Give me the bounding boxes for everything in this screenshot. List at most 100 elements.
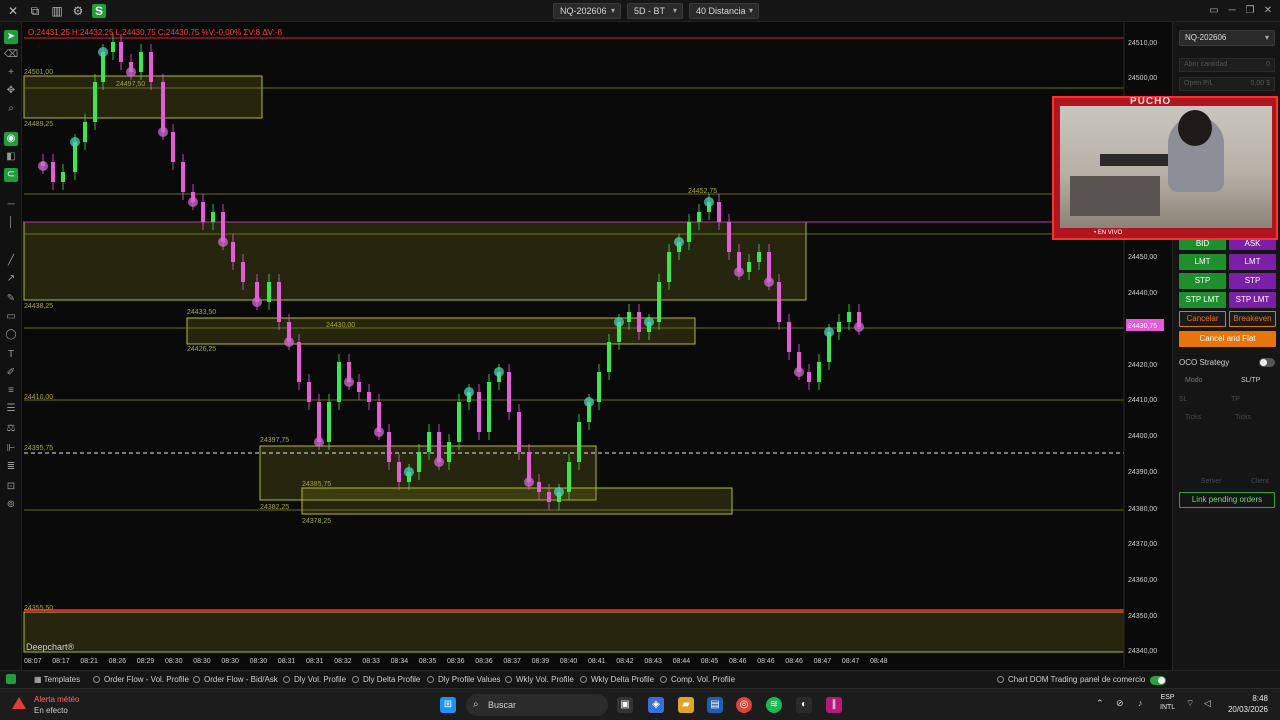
buy-stplmt-button[interactable]: STP LMT: [1179, 292, 1226, 308]
time-axis-label: 08:46: [785, 658, 803, 665]
price-chart[interactable]: 24501,00 24497,50 24489,25 24438,25 24433,50…: [22, 22, 1172, 668]
taskbar-search[interactable]: ⌕ Buscar: [466, 694, 608, 716]
tray-chevron-icon[interactable]: ⌃: [1096, 698, 1104, 709]
sell-stp-button[interactable]: STP: [1229, 273, 1276, 289]
s-badge-icon[interactable]: S: [92, 4, 106, 18]
rectangle-tool-icon[interactable]: ▭: [4, 310, 18, 324]
cancel-button[interactable]: Cancelar: [1179, 311, 1226, 327]
sl-label: SL: [1179, 396, 1188, 403]
volume-bubble: [38, 161, 48, 171]
pan-tool-icon[interactable]: ✥: [4, 84, 18, 98]
volume-bubble: [794, 367, 804, 377]
volume-icon[interactable]: ◁: [1204, 698, 1211, 709]
list-tool-icon[interactable]: ≡: [4, 384, 18, 398]
target-tool-icon[interactable]: ◉: [4, 132, 18, 146]
layout-icon[interactable]: ⧉: [28, 4, 42, 18]
lang-code: ESP: [1160, 694, 1175, 701]
tab-wkly-delta-profile[interactable]: Wkly Delta Profile: [580, 674, 654, 686]
trading-app-icon[interactable]: ∥: [826, 697, 842, 713]
oco-toggle[interactable]: [1259, 358, 1275, 367]
ellipse-tool-icon[interactable]: ◯: [4, 328, 18, 342]
tab-comp-vol-profile[interactable]: Comp. Vol. Profile: [660, 674, 735, 686]
text-tool-icon[interactable]: T: [4, 348, 18, 362]
breakeven-button[interactable]: Breakeven: [1229, 311, 1276, 327]
bars-icon[interactable]: ▥: [50, 4, 64, 18]
candle-body: [817, 362, 821, 382]
clock-date: 20/03/2026: [1227, 705, 1268, 714]
time-axis-label: 08:39: [532, 658, 550, 665]
window-close-icon[interactable]: ✕: [1260, 3, 1276, 19]
mic-icon[interactable]: ♪: [1138, 698, 1143, 708]
templates-tab[interactable]: ▦ Templates: [34, 674, 80, 686]
candle-body: [837, 322, 841, 332]
cursor-tool-icon[interactable]: ➤: [4, 30, 18, 44]
restore-icon[interactable]: ▭: [1206, 3, 1222, 19]
tab-of-vol-profile[interactable]: Order Flow - Vol. Profile: [93, 674, 189, 686]
system-clock[interactable]: 8:48 20/03/2026: [1228, 693, 1268, 715]
grid-icon[interactable]: [6, 674, 16, 684]
open-qty-field[interactable]: Abrir cantidad 0: [1179, 58, 1275, 72]
chevron-down-icon: ▾: [610, 6, 615, 15]
timeframe-dropdown[interactable]: 5D - BT ▾: [627, 3, 683, 19]
price-axis-label: 24400,00: [1128, 433, 1157, 440]
tab-dly-delta-profile[interactable]: Dly Delta Profile: [352, 674, 420, 686]
eraser-tool-icon[interactable]: ⌫: [4, 48, 18, 62]
candle-body: [657, 282, 661, 322]
trend-line-icon[interactable]: ╱: [4, 254, 18, 268]
chart-type-label: 40 Distancia: [696, 6, 746, 16]
cancel-and-flat-button[interactable]: Cancel and Flat: [1179, 331, 1276, 347]
fib-tool-icon[interactable]: ⊩: [4, 442, 18, 456]
visibility-tool-icon[interactable]: ⊚: [4, 498, 18, 512]
sell-lmt-button[interactable]: LMT: [1229, 254, 1276, 270]
chart-dom-trading-option[interactable]: Chart DOM Trading: [997, 674, 1077, 686]
link-pending-orders-button[interactable]: Link pending orders: [1179, 492, 1275, 508]
tab-wkly-vol-profile[interactable]: Wkly Vol. Profile: [505, 674, 574, 686]
obs-icon[interactable]: ◐: [796, 697, 812, 713]
tab-dly-profile-values[interactable]: Dly Profile Values: [427, 674, 501, 686]
horizontal-line-icon[interactable]: ─: [4, 198, 18, 212]
zoom-tool-icon[interactable]: ⌕: [4, 102, 18, 116]
magnet-tool-icon[interactable]: ⊂: [4, 168, 18, 182]
lock-tool-icon[interactable]: ⊡: [4, 480, 18, 494]
minimize-icon[interactable]: ─: [1224, 3, 1240, 19]
instrument-dropdown[interactable]: NQ-202606 ▾: [553, 3, 621, 19]
trading-panel-toggle[interactable]: [1150, 676, 1166, 685]
brush-tool-icon[interactable]: ✐: [4, 366, 18, 380]
volume-bubble: [70, 137, 80, 147]
windows-start-icon[interactable]: ⊞: [440, 697, 456, 713]
network-icon[interactable]: ⊘: [1116, 698, 1124, 709]
lines-tool-icon[interactable]: ☰: [4, 402, 18, 416]
tab-dly-vol-profile[interactable]: Dly Vol. Profile: [283, 674, 346, 686]
price-axis-label: 24360,00: [1128, 577, 1157, 584]
maximize-icon[interactable]: ❐: [1242, 3, 1258, 19]
close-icon[interactable]: ✕: [6, 4, 20, 18]
client-radio[interactable]: Client: [1251, 478, 1269, 485]
instrument-label: NQ-202606: [560, 6, 607, 16]
pencil-tool-icon[interactable]: ✎: [4, 292, 18, 306]
ray-line-icon[interactable]: ↗: [4, 272, 18, 286]
copilot-icon[interactable]: ◈: [648, 697, 664, 713]
language-indicator[interactable]: ESP INTL: [1160, 693, 1175, 713]
buy-stp-button[interactable]: STP: [1179, 273, 1226, 289]
mode-value[interactable]: SL/TP: [1241, 377, 1260, 384]
fill-tool-icon[interactable]: ◧: [4, 150, 18, 164]
spotify-icon[interactable]: ≋: [766, 697, 782, 713]
crosshair-tool-icon[interactable]: +: [4, 66, 18, 80]
levels-tool-icon[interactable]: ≣: [4, 460, 18, 474]
store-icon[interactable]: ▤: [707, 697, 723, 713]
volume-bubble: [554, 487, 564, 497]
file-explorer-icon[interactable]: ▰: [678, 697, 694, 713]
wifi-icon[interactable]: ⌔: [1186, 698, 1194, 709]
chrome-icon[interactable]: ◎: [736, 697, 752, 713]
task-view-icon[interactable]: ▣: [617, 697, 633, 713]
measure-tool-icon[interactable]: ⚖: [4, 422, 18, 436]
candle-body: [687, 222, 691, 242]
tab-of-bid-ask[interactable]: Order Flow - Bid/Ask: [193, 674, 278, 686]
chart-type-dropdown[interactable]: 40 Distancia ▾: [689, 3, 759, 19]
server-radio[interactable]: Server: [1201, 478, 1222, 485]
buy-lmt-button[interactable]: LMT: [1179, 254, 1226, 270]
sell-stplmt-button[interactable]: STP LMT: [1229, 292, 1276, 308]
settings-icon[interactable]: ⚙: [71, 4, 85, 18]
vertical-line-icon[interactable]: │: [4, 216, 18, 230]
panel-instrument-dropdown[interactable]: NQ-202606 ▾: [1179, 30, 1275, 46]
